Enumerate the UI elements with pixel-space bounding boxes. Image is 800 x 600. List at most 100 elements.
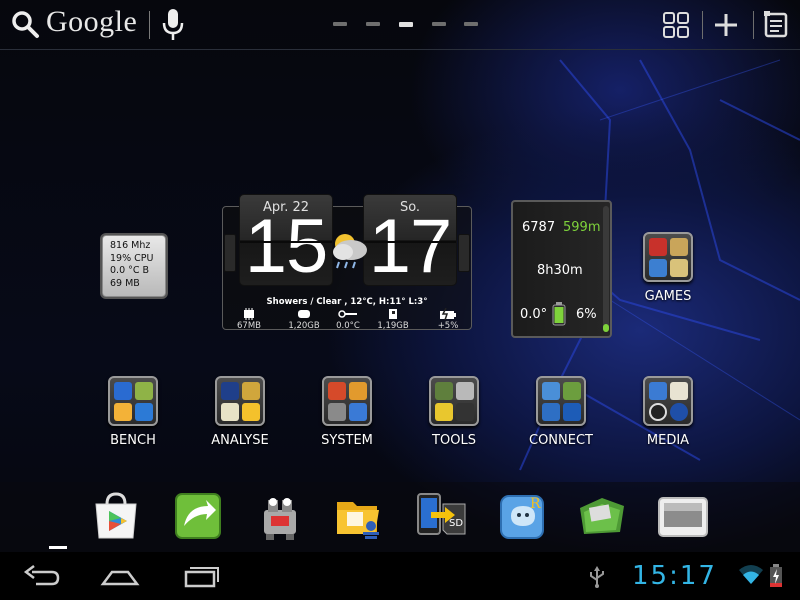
folder-analyse[interactable]: ANALYSE (190, 376, 290, 460)
robot-app-icon[interactable] (254, 490, 306, 542)
explorer-app-icon[interactable]: R (497, 490, 549, 542)
cpu-usage: 19% CPU (110, 252, 154, 264)
analyzer-icon (242, 382, 260, 400)
battery-change-value: +5% (437, 321, 459, 331)
connect-app-icon (542, 382, 560, 400)
battery-charging-icon (770, 564, 782, 587)
game-icon (670, 238, 688, 256)
flip-seam (240, 241, 332, 243)
battery-temperature: 0.0° (520, 307, 548, 322)
analyzer-icon (221, 382, 239, 400)
battery-charge-icon (440, 308, 456, 320)
recent-apps-icon[interactable] (180, 564, 220, 588)
sd-label: SD (449, 518, 463, 529)
benchmark-icon (114, 403, 132, 421)
folder-label: SYSTEM (321, 433, 373, 448)
tool-app-icon (435, 382, 453, 400)
game-icon (649, 259, 667, 277)
folder-tools[interactable]: TOOLS (404, 376, 504, 460)
system-app-icon (328, 382, 346, 400)
minute-digits: 17 (368, 204, 453, 289)
divider (753, 11, 754, 39)
music-icon (670, 403, 688, 421)
green-folder-app-icon[interactable] (576, 490, 628, 542)
weather-showers-icon (333, 234, 367, 269)
distance: 599m (563, 220, 601, 235)
battery-steps-widget[interactable]: 6787 599m 8h30m 0.0° 6% (511, 200, 612, 338)
folder-games[interactable]: GAMES (618, 232, 718, 316)
page-dot (464, 22, 478, 26)
tool-app-icon (435, 403, 453, 421)
folder-icon (108, 376, 158, 426)
folder-label: GAMES (644, 289, 692, 304)
connect-app-icon (542, 403, 560, 421)
battery-percent: 6% (576, 307, 597, 322)
back-icon[interactable] (22, 564, 62, 588)
storage-stat: 1,20GB (279, 308, 329, 331)
folder-bench[interactable]: BENCH (83, 376, 183, 460)
wifi-icon (739, 565, 763, 584)
folder-connect[interactable]: CONNECT (511, 376, 611, 460)
ram-value: 67MB (237, 321, 261, 331)
system-app-icon (349, 403, 367, 421)
cpu-temperature: 0.0 °C B (110, 265, 150, 276)
folder-icon (643, 376, 693, 426)
clock-side-tab (458, 234, 470, 272)
page-dot (333, 22, 347, 26)
tablet-app-icon[interactable] (657, 490, 709, 542)
cpu-info-widget[interactable]: 816 Mhz 19% CPU 0.0 °C B 69 MB (102, 235, 166, 297)
game-icon (670, 259, 688, 277)
divider (149, 11, 150, 39)
widget-body: 6787 599m 8h30m 0.0° 6% (515, 204, 603, 334)
folder-label: MEDIA (646, 433, 690, 448)
home-icon[interactable] (100, 564, 140, 588)
hour-flip-card: Apr. 22 15 (239, 194, 333, 289)
folder-label: CONNECT (529, 433, 593, 448)
page-indicator (333, 22, 478, 28)
folder-media[interactable]: MEDIA (618, 376, 718, 460)
all-apps-icon[interactable] (662, 11, 690, 39)
temperature-stat: 0.0°C (323, 308, 373, 331)
folder-icon (429, 376, 479, 426)
memory-free: 69 MB (110, 277, 140, 289)
sd-card-stat: 1,19GB (368, 308, 418, 331)
connect-app-icon (563, 382, 581, 400)
microphone-icon[interactable] (160, 8, 186, 42)
clock-side-tab (224, 234, 236, 272)
folder-system[interactable]: SYSTEM (297, 376, 397, 460)
battery-change-stat: +5% (423, 308, 473, 331)
sd-transfer-icon[interactable]: SD (415, 490, 467, 542)
search-icon[interactable] (10, 9, 40, 39)
ram-chip-icon (244, 308, 254, 320)
page-dot (366, 22, 380, 26)
battery-icon (552, 302, 566, 326)
file-manager-icon[interactable] (333, 490, 385, 542)
battery-level-fill (603, 324, 609, 332)
duration: 8h30m (537, 263, 583, 278)
folder-icon (322, 376, 372, 426)
gallery-icon (649, 382, 667, 400)
status-clock[interactable]: 15:17 (632, 561, 717, 591)
folder-icon (536, 376, 586, 426)
folder-icon (643, 232, 693, 282)
logo-letter: R (530, 496, 541, 512)
top-bar: Google (0, 0, 800, 50)
thermometer-icon (338, 310, 357, 318)
minute-flip-card: So. 17 (363, 194, 457, 289)
google-search-label[interactable]: Google (46, 5, 137, 39)
weather-text: Showers / Clear , 12°C, H:11° L:3° (266, 297, 428, 307)
folder-label: ANALYSE (211, 433, 269, 448)
add-icon[interactable] (712, 11, 740, 39)
ram-stat: 67MB (224, 308, 274, 331)
analyzer-icon (242, 403, 260, 421)
tool-app-icon (456, 382, 474, 400)
battery-level-bar (603, 206, 609, 332)
menu-icon[interactable] (762, 10, 790, 40)
temperature-value: 0.0°C (336, 321, 360, 331)
cpu-frequency: 816 Mhz (110, 240, 151, 251)
clock-weather-widget[interactable]: Apr. 22 15 So. 17 Showers / Clear , 12°C… (222, 194, 472, 338)
play-store-icon[interactable] (90, 490, 142, 542)
step-count: 6787 (522, 220, 556, 235)
dolphin-browser-icon[interactable] (172, 490, 224, 542)
folder-icon (215, 376, 265, 426)
